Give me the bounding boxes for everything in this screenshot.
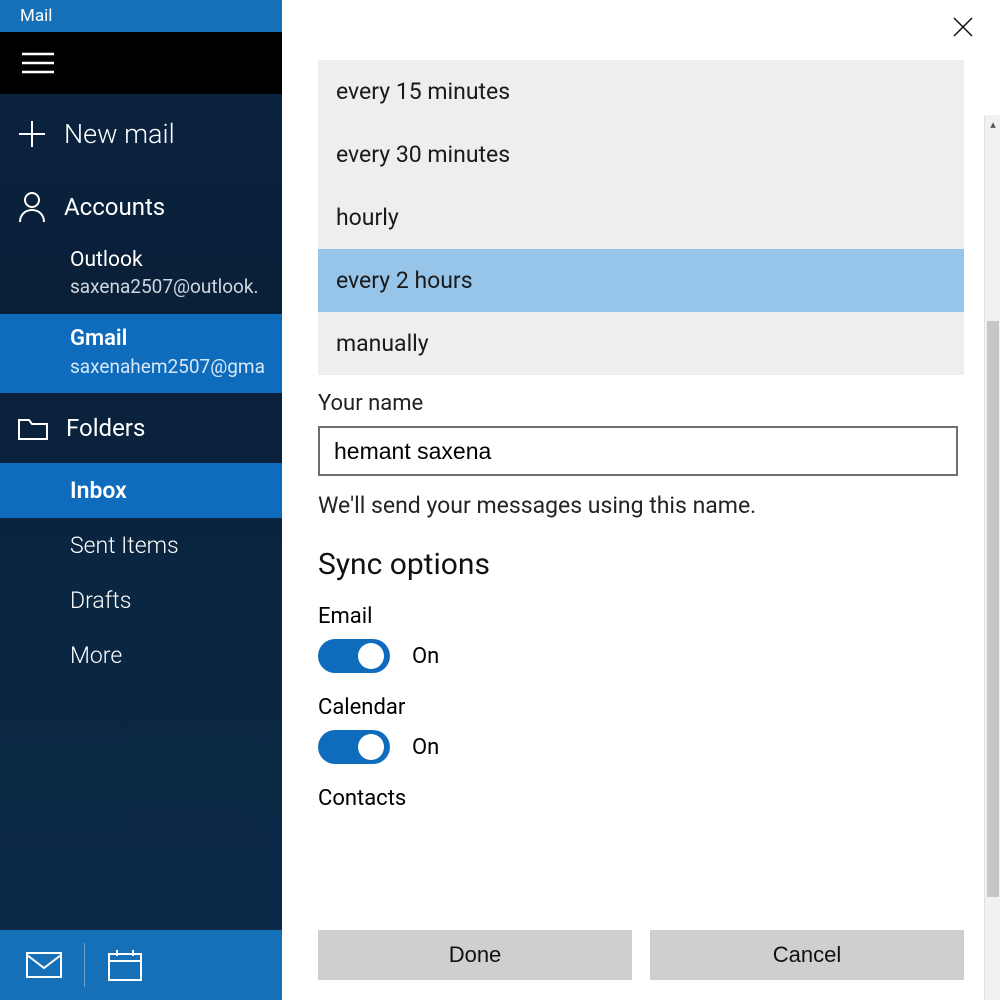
folder-label: Inbox	[70, 477, 127, 504]
sync-calendar-state: On	[412, 735, 439, 760]
sync-email-state: On	[412, 644, 439, 669]
scroll-up-arrow[interactable]: ▴	[985, 115, 1000, 133]
settings-pane: every 15 minutes every 30 minutes hourly…	[282, 0, 1000, 1000]
scroll-thumb[interactable]	[987, 321, 999, 897]
sync-email-row: Email On	[318, 604, 964, 673]
button-label: Done	[449, 942, 502, 967]
option-label: every 15 minutes	[336, 78, 510, 105]
settings-body: Your name We'll send your messages using…	[282, 375, 1000, 918]
folder-more[interactable]: More	[0, 628, 282, 683]
account-email: saxena2507@outlook.	[70, 274, 282, 300]
sidebar: Mail New mail Accounts Outlook saxena250…	[0, 0, 282, 1000]
your-name-label: Your name	[318, 391, 964, 416]
app-title: Mail	[20, 6, 52, 26]
titlebar: Mail	[0, 0, 282, 32]
option-label: every 30 minutes	[336, 141, 510, 168]
option-every-2-hours[interactable]: every 2 hours	[318, 249, 964, 312]
new-mail-label: New mail	[64, 118, 175, 150]
new-mail-button[interactable]: New mail	[0, 94, 282, 174]
sync-calendar-row: Calendar On	[318, 695, 964, 764]
cancel-button[interactable]: Cancel	[650, 930, 964, 980]
sync-email-label: Email	[318, 604, 964, 629]
toggle-knob	[358, 643, 384, 669]
plus-icon	[18, 120, 46, 148]
option-manually[interactable]: manually	[318, 312, 964, 375]
folder-inbox[interactable]: Inbox	[0, 463, 282, 518]
scrollbar[interactable]: ▴	[984, 115, 1000, 1000]
button-label: Cancel	[773, 942, 841, 967]
folder-icon	[18, 416, 48, 440]
your-name-input[interactable]	[318, 426, 958, 476]
person-icon	[18, 191, 46, 223]
bottom-bar	[0, 930, 282, 1000]
hamburger-icon	[22, 51, 54, 75]
close-button[interactable]	[952, 16, 974, 44]
option-label: manually	[336, 330, 429, 357]
option-hourly[interactable]: hourly	[318, 186, 964, 249]
sync-calendar-toggle[interactable]	[318, 730, 390, 764]
close-icon	[952, 16, 974, 38]
folder-drafts[interactable]: Drafts	[0, 573, 282, 628]
account-email: saxenahem2507@gma	[70, 354, 282, 380]
sync-contacts-row: Contacts	[318, 786, 964, 811]
calendar-icon	[108, 949, 142, 981]
option-label: hourly	[336, 204, 399, 231]
folders-label: Folders	[66, 414, 145, 442]
folders-header[interactable]: Folders	[0, 393, 282, 463]
folder-sent-items[interactable]: Sent Items	[0, 518, 282, 573]
mail-view-button[interactable]	[14, 935, 74, 995]
calendar-view-button[interactable]	[95, 935, 155, 995]
toggle-knob	[358, 734, 384, 760]
option-every-15-minutes[interactable]: every 15 minutes	[318, 60, 964, 123]
folder-label: More	[70, 642, 122, 669]
button-bar: Done Cancel	[282, 918, 1000, 1000]
folder-label: Drafts	[70, 587, 131, 614]
option-label: every 2 hours	[336, 267, 473, 294]
sync-interval-dropdown[interactable]: every 15 minutes every 30 minutes hourly…	[318, 60, 964, 375]
hamburger-button[interactable]	[0, 32, 282, 94]
account-name: Outlook	[70, 246, 282, 274]
done-button[interactable]: Done	[318, 930, 632, 980]
option-every-30-minutes[interactable]: every 30 minutes	[318, 123, 964, 186]
account-outlook[interactable]: Outlook saxena2507@outlook.	[0, 240, 282, 314]
account-name: Gmail	[70, 324, 282, 354]
folder-label: Sent Items	[70, 532, 179, 559]
sync-options-header: Sync options	[318, 547, 964, 582]
accounts-header[interactable]: Accounts	[0, 174, 282, 240]
mail-icon	[26, 952, 62, 978]
your-name-help: We'll send your messages using this name…	[318, 492, 964, 519]
sync-contacts-label: Contacts	[318, 786, 964, 811]
divider	[84, 943, 85, 987]
account-gmail[interactable]: Gmail saxenahem2507@gma	[0, 314, 282, 393]
accounts-label: Accounts	[64, 193, 165, 221]
sync-email-toggle[interactable]	[318, 639, 390, 673]
sync-calendar-label: Calendar	[318, 695, 964, 720]
